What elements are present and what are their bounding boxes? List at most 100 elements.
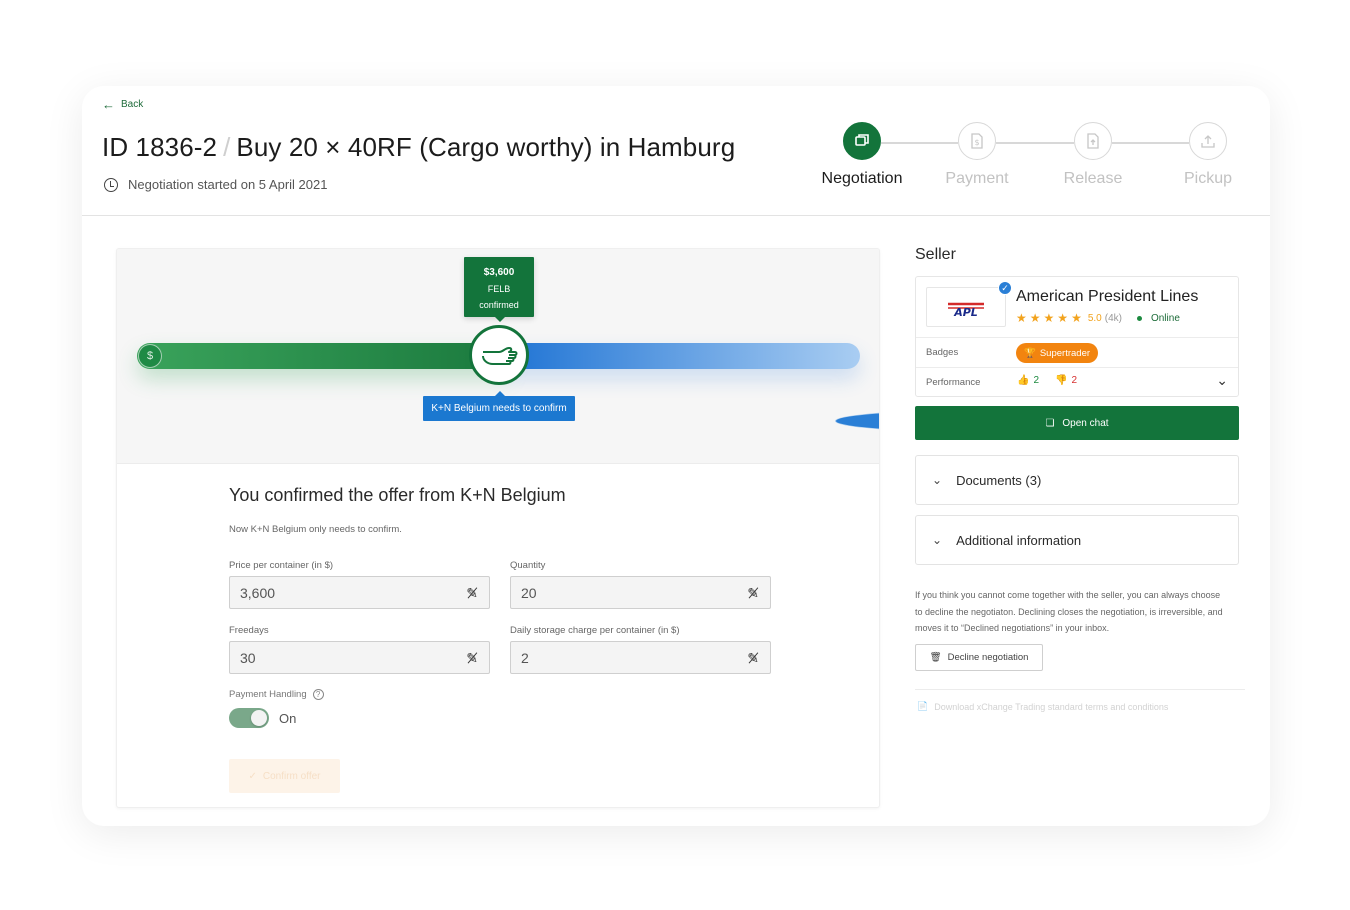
quantity-field: Quantity 20 ✎̸ (510, 560, 771, 609)
chevron-down-icon: ⌄ (932, 533, 943, 547)
step-negotiation[interactable]: Negotiation (812, 122, 912, 188)
verified-icon: ✓ (998, 281, 1012, 295)
document-icon: 📄 (917, 701, 929, 711)
freedays-value: 30 (240, 650, 256, 666)
decline-explanation: If you think you cannot come together wi… (915, 590, 1223, 633)
offer-summary: You confirmed the offer from K+N Belgium… (229, 485, 789, 535)
thumbs-down-icon: 👎 (1055, 375, 1068, 386)
quantity-value: 20 (521, 585, 537, 601)
additional-info-label: Additional information (956, 532, 1082, 548)
toggle-knob (251, 710, 267, 726)
divider (916, 367, 1238, 368)
page-header: ← Back ID 1836-2/Buy 20 × 40RF (Cargo wo… (82, 86, 1270, 216)
step-payment[interactable]: $ Payment (927, 122, 1027, 188)
confirmed-price-tooltip: $3,600 FELB confirmed (464, 257, 534, 322)
star-icon: ★ (1043, 311, 1055, 325)
step-label: Payment (945, 170, 1009, 187)
offer-heading: You confirmed the offer from K+N Belgium (229, 485, 566, 505)
edit-disabled-icon: ✎̸ (747, 585, 759, 601)
chat-icon (843, 122, 881, 160)
decline-negotiation-button[interactable]: 🗑 Decline negotiation (915, 644, 1043, 671)
step-pickup[interactable]: Pickup (1158, 122, 1258, 188)
negotiation-id: ID 1836-2 (102, 132, 218, 162)
download-terms-link[interactable]: 📄 Download xChange Trading standard term… (917, 701, 1168, 712)
seller-section-title: Seller (915, 246, 956, 263)
open-chat-button[interactable]: ❏ Open chat (915, 406, 1239, 440)
star-icon: ★ (1016, 311, 1027, 325)
document-dollar-icon: $ (958, 122, 996, 160)
step-label: Negotiation (821, 170, 903, 187)
toggle-state: On (279, 710, 297, 726)
online-status-dot (1136, 315, 1142, 321)
quantity-label: Quantity (510, 560, 546, 571)
confirm-offer-button[interactable]: ✓ Confirm offer (229, 759, 340, 793)
price-label: Price per container (in $) (229, 560, 334, 571)
back-link[interactable]: ← Back (102, 96, 144, 112)
edit-disabled-icon: ✎̸ (747, 650, 759, 666)
seller-rating: ★ ★ ★ ★ ★ 5.0 (4k) Online (1016, 311, 1180, 325)
logo-text: APL (953, 306, 978, 318)
storage-charge-input[interactable]: 2 ✎̸ (510, 641, 771, 674)
arrow-left-icon: ← (102, 96, 115, 112)
freedays-input[interactable]: 30 ✎̸ (229, 641, 490, 674)
negotiation-slider: $ $ $3,600 FELB confirmed K+N Belgium ne… (117, 249, 879, 464)
price-value: 3,600 (240, 585, 276, 601)
star-icon: ★ (1071, 311, 1082, 325)
decline-label: Decline negotiation (947, 652, 1029, 663)
payment-handling-text: Payment Handling (229, 689, 307, 700)
trash-icon: 🗑 (929, 652, 942, 663)
clock-icon (104, 177, 118, 192)
performance-label: Performance (926, 377, 981, 388)
offer-panel: $ $ $3,600 FELB confirmed K+N Belgium ne… (116, 248, 880, 808)
star-icon: ★ (1057, 311, 1069, 325)
seller-name: American President Lines (1016, 288, 1199, 305)
storage-charge-label: Daily storage charge per container (in $… (510, 625, 680, 636)
trophy-icon: 🏆 (1024, 347, 1036, 359)
star-icon: ★ (1029, 311, 1041, 325)
chevron-down-icon[interactable]: ⌄ (1216, 372, 1228, 389)
quantity-input[interactable]: 20 ✎̸ (510, 576, 771, 609)
performance-stats: 👍 2 👎 2 (1017, 375, 1077, 386)
seller-card: APL ✓ American President Lines ★ ★ ★ ★ ★… (915, 276, 1239, 397)
download-terms-label: Download xChange Trading standard terms … (934, 701, 1169, 712)
step-label: Release (1063, 170, 1123, 187)
progress-stepper: Negotiation $ Payment Release Pickup (812, 122, 1252, 192)
confirmed-price: $3,600 (483, 267, 515, 278)
open-chat-label: Open chat (1062, 417, 1109, 429)
chat-icon: ❏ (1045, 417, 1055, 429)
negotiation-card: ← Back ID 1836-2/Buy 20 × 40RF (Cargo wo… (82, 86, 1270, 826)
step-release[interactable]: Release (1043, 122, 1143, 188)
page-title: ID 1836-2/Buy 20 × 40RF (Cargo worthy) i… (102, 132, 735, 163)
seller-logo: APL ✓ (926, 281, 1012, 327)
supertrader-badge: 🏆 Supertrader (1016, 343, 1099, 363)
price-input[interactable]: 3,600 ✎̸ (229, 576, 490, 609)
payment-handling-label: Payment Handling ? (229, 689, 324, 700)
dollar-icon: $ (835, 409, 879, 433)
handshake-icon[interactable] (469, 325, 529, 385)
storage-charge-field: Daily storage charge per container (in $… (510, 625, 771, 674)
buyer-track (137, 343, 507, 369)
documents-label: Documents (3) (956, 472, 1042, 488)
step-label: Pickup (1183, 170, 1233, 187)
seller-sidebar: Seller APL ✓ American President Lines ★ … (915, 246, 1245, 712)
divider (916, 337, 1238, 338)
confirmed-status: confirmed (479, 300, 519, 310)
documents-accordion[interactable]: ⌄ Documents (3) (915, 455, 1239, 505)
chevron-down-icon: ⌄ (932, 473, 943, 487)
edit-disabled-icon: ✎̸ (466, 650, 478, 666)
thumbs-up-icon: 👍 (1017, 375, 1030, 386)
edit-disabled-icon: ✎̸ (466, 585, 478, 601)
back-label: Back (121, 99, 144, 110)
confirm-offer-label: Confirm offer (262, 770, 321, 782)
freedays-label: Freedays (229, 625, 269, 636)
additional-info-accordion[interactable]: ⌄ Additional information (915, 515, 1239, 565)
help-icon[interactable]: ? (312, 689, 324, 700)
payment-handling-toggle[interactable] (229, 708, 269, 728)
check-icon: ✓ (248, 770, 257, 782)
negotiation-title: Buy 20 × 40RF (Cargo worthy) in Hamburg (236, 132, 736, 162)
truck-upload-icon (1189, 122, 1227, 160)
negotiation-start-text: Negotiation started on 5 April 2021 (128, 177, 328, 192)
pending-confirmation-tooltip: K+N Belgium needs to confirm (423, 391, 575, 421)
negotiation-start: Negotiation started on 5 April 2021 (104, 177, 327, 192)
payment-handling-toggle-row: On (229, 708, 296, 728)
